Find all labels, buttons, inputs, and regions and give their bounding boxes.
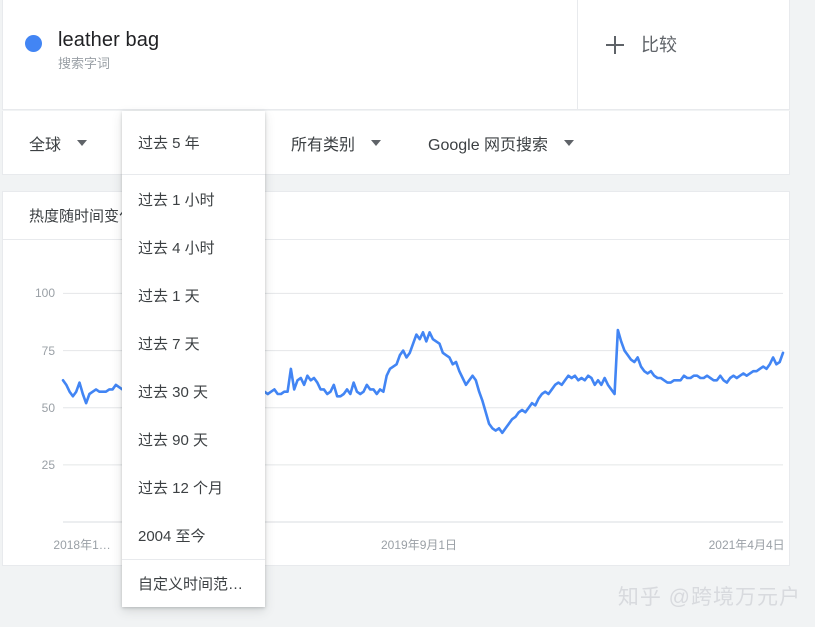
category-filter-label: 所有类别: [291, 137, 356, 154]
menu-item-selected[interactable]: 过去 5 年: [122, 111, 265, 175]
menu-item-past-30-days[interactable]: 过去 30 天: [122, 367, 265, 415]
search-type-filter-label: Google 网页搜索: [428, 137, 549, 154]
region-filter-label: 全球: [29, 137, 62, 154]
search-term-text: leather bag 搜索字词: [58, 27, 159, 74]
time-range-menu: 过去 5 年 过去 1 小时 过去 4 小时 过去 1 天 过去 7 天 过去 …: [122, 111, 265, 607]
search-type-filter[interactable]: Google 网页搜索: [428, 111, 575, 175]
chevron-down-icon: [564, 140, 575, 146]
menu-item-past-1-hour[interactable]: 过去 1 小时: [122, 175, 265, 223]
menu-item-past-1-day[interactable]: 过去 1 天: [122, 271, 265, 319]
menu-item-past-4-hours[interactable]: 过去 4 小时: [122, 223, 265, 271]
menu-item-past-7-days[interactable]: 过去 7 天: [122, 319, 265, 367]
search-term-label[interactable]: leather bag: [58, 27, 159, 53]
x-axis-tick: 2018年1…: [53, 538, 111, 552]
series-color-dot: [25, 35, 42, 52]
search-term-type: 搜索字词: [58, 56, 111, 71]
menu-item-past-90-days[interactable]: 过去 90 天: [122, 415, 265, 463]
filter-bar: 全球 所有类别 Google 网页搜索: [2, 111, 790, 175]
menu-item-since-2004[interactable]: 2004 至今: [122, 511, 265, 559]
region-filter[interactable]: 全球: [29, 111, 88, 175]
plus-icon: [606, 36, 624, 54]
x-axis-tick: 2021年4月4日: [708, 538, 785, 552]
chevron-down-icon: [371, 140, 382, 146]
compare-label: 比较: [641, 35, 677, 55]
chevron-down-icon: [77, 140, 88, 146]
chart-header: 热度随时间变化: [3, 192, 789, 240]
category-filter[interactable]: 所有类别: [291, 111, 382, 175]
compare-button[interactable]: 比较: [578, 0, 790, 110]
trends-page: leather bag 搜索字词 比较 全球 所有类别 Google 网页搜索 …: [0, 0, 815, 627]
compare-button-content: 比较: [606, 36, 677, 54]
watermark: 知乎 @跨境万元户: [617, 586, 801, 609]
search-term-content: leather bag 搜索字词: [25, 27, 159, 74]
chart-title: 热度随时间变化: [29, 208, 135, 225]
menu-item-custom-range[interactable]: 自定义时间范…: [122, 559, 265, 607]
search-term-card: leather bag 搜索字词: [2, 0, 578, 110]
interest-over-time-card: 热度随时间变化 100 75 50 25 2018年1… 2019年9月1日 2021年4…: [2, 191, 790, 566]
x-axis-tick: 2019年9月1日: [381, 538, 458, 552]
menu-item-past-12-months[interactable]: 过去 12 个月: [122, 463, 265, 511]
